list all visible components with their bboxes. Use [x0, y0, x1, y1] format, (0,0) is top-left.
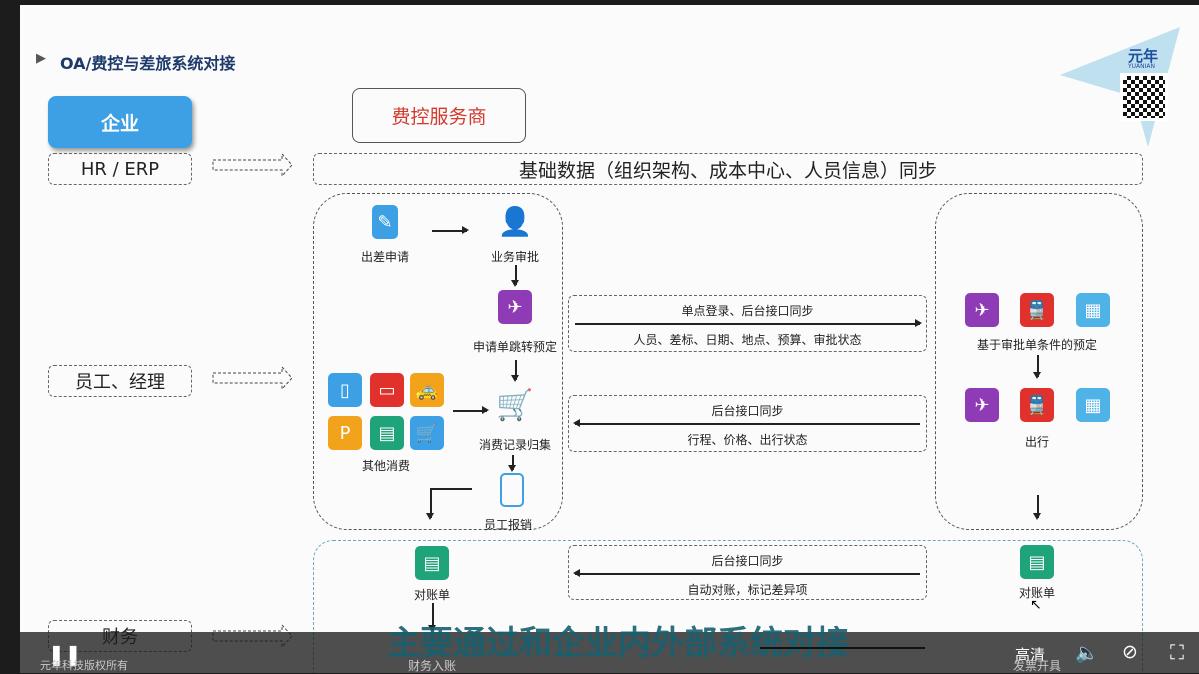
double-arrow — [760, 647, 925, 649]
train-icon: 🚆 — [1020, 293, 1054, 327]
receipt-icon: ▤ — [370, 416, 404, 450]
video-subtitle: 主要通过和企业内外部系统对接 — [387, 623, 849, 662]
qr-code — [1120, 73, 1168, 121]
hotel-icon: ▦ — [1076, 293, 1110, 327]
arrow-down — [509, 455, 515, 472]
danmaku-off-button[interactable]: ⊘ — [1122, 641, 1138, 663]
sync-box-sso: 单点登录、后台接口同步 人员、差标、日期、地点、预算、审批状态 — [568, 295, 927, 352]
slide-title: OA/费控与差旅系统对接 — [60, 54, 236, 73]
statement-icon: ▤ — [1020, 545, 1054, 579]
arrow-right — [453, 407, 489, 413]
fullscreen-button[interactable]: ⛶ — [1170, 640, 1184, 664]
finance-entry-label: 财务入账 — [407, 659, 457, 673]
provider-header: 费控服务商 — [352, 88, 526, 143]
statement-icon: ▤ — [415, 546, 449, 580]
hotel-icon: ▦ — [1076, 388, 1110, 422]
consumption-collect-label: 消费记录归集 — [478, 438, 552, 452]
arrow-icon — [212, 153, 293, 177]
plane-icon: ✈ — [965, 388, 999, 422]
reimbursement-label: 员工报销 — [483, 518, 533, 532]
staff-box: 员工、经理 — [48, 365, 192, 397]
slide: ▶ OA/费控与差旅系统对接 元年 YUANIAN 企业 费控服务商 HR / … — [20, 5, 1199, 673]
statement-label: 对账单 — [413, 588, 451, 602]
travel-flow-group — [935, 193, 1143, 530]
tablet-icon — [500, 473, 524, 507]
arrow-icon — [212, 366, 293, 390]
arrow-down — [1034, 495, 1040, 520]
connector-line — [430, 488, 472, 490]
user-approve-icon: 👤 — [497, 204, 533, 238]
redirect-booking-label: 申请单跳转预定 — [472, 340, 558, 354]
base-data-sync: 基础数据（组织架构、成本中心、人员信息）同步 — [313, 153, 1143, 185]
hr-erp-box: HR / ERP — [48, 153, 192, 185]
sync-box-reconcile: 后台接口同步 自动对账，标记差异项 — [568, 545, 927, 600]
plane-icon: ✈ — [498, 290, 532, 324]
arrow-right — [432, 227, 469, 233]
travel-request-label: 出差申请 — [360, 250, 410, 264]
logo: 元年 YUANIAN — [1060, 27, 1180, 147]
mouse-cursor-icon: ↖ — [1030, 597, 1042, 613]
parking-icon: P — [328, 416, 362, 450]
arrow-down — [512, 360, 518, 382]
request-form-icon: ✎ — [372, 205, 398, 239]
shop-icon: 🛒 — [410, 416, 444, 450]
travel-label: 出行 — [1024, 435, 1050, 449]
arrow-down — [1034, 355, 1040, 379]
cart-icon: 🛒 — [496, 387, 534, 423]
taxi-icon: 🚕 — [410, 373, 444, 407]
other-consumption-label: 其他消费 — [361, 459, 411, 473]
arrow-down — [512, 265, 518, 287]
train-icon: 🚆 — [1020, 388, 1054, 422]
sync-box-travel: 后台接口同步 行程、价格、出行状态 — [568, 395, 927, 452]
copyright: 元年科技版权所有 — [40, 659, 128, 672]
card-icon: ▭ — [370, 373, 404, 407]
invoice-label: 发票开具 — [1012, 659, 1062, 673]
provider-flow-group — [313, 193, 563, 530]
booking-label: 基于审批单条件的预定 — [976, 338, 1098, 352]
enterprise-header: 企业 — [48, 96, 192, 148]
volume-button[interactable]: 🔈 — [1075, 641, 1099, 664]
bullet-icon: ▶ — [36, 51, 46, 66]
arrow-down — [427, 488, 433, 520]
approval-label: 业务审批 — [490, 250, 540, 264]
phone-icon: ▯ — [328, 373, 362, 407]
plane-icon: ✈ — [965, 293, 999, 327]
